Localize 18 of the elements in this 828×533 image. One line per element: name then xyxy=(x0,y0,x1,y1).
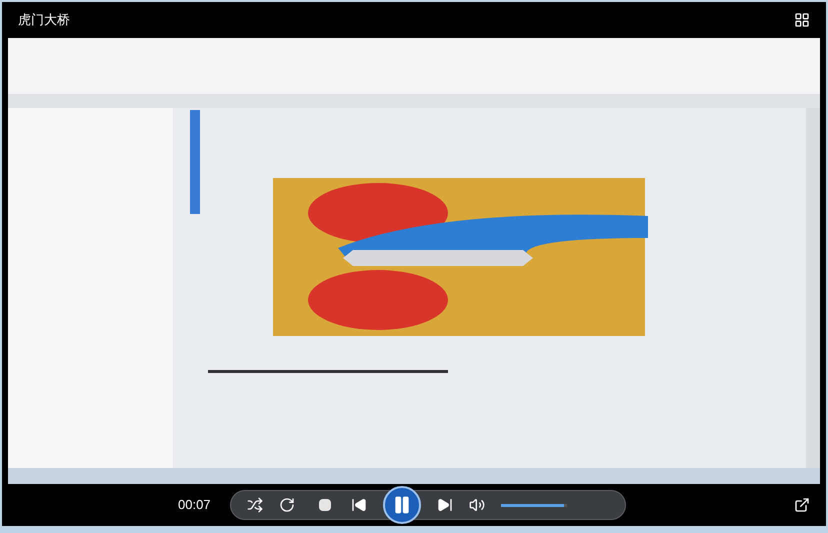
repeat-button[interactable] xyxy=(279,497,295,513)
next-button[interactable] xyxy=(437,497,453,513)
speaker-icon xyxy=(469,497,485,513)
layout-icon[interactable] xyxy=(794,12,810,28)
stop-button[interactable] xyxy=(319,499,331,511)
previous-icon xyxy=(351,497,367,513)
pause-button[interactable] xyxy=(383,486,421,524)
repeat-icon xyxy=(279,497,295,513)
volume-button[interactable] xyxy=(469,497,485,513)
popout-button[interactable] xyxy=(794,497,810,513)
previous-button[interactable] xyxy=(351,497,367,513)
elapsed-time: 00:07 xyxy=(178,496,212,514)
shuffle-icon xyxy=(247,497,263,513)
shuffle-button[interactable] xyxy=(247,497,263,513)
volume-slider[interactable] xyxy=(501,504,567,506)
next-icon xyxy=(437,497,453,513)
popout-icon xyxy=(794,497,810,513)
window-title: 虎门大桥 xyxy=(18,11,70,30)
